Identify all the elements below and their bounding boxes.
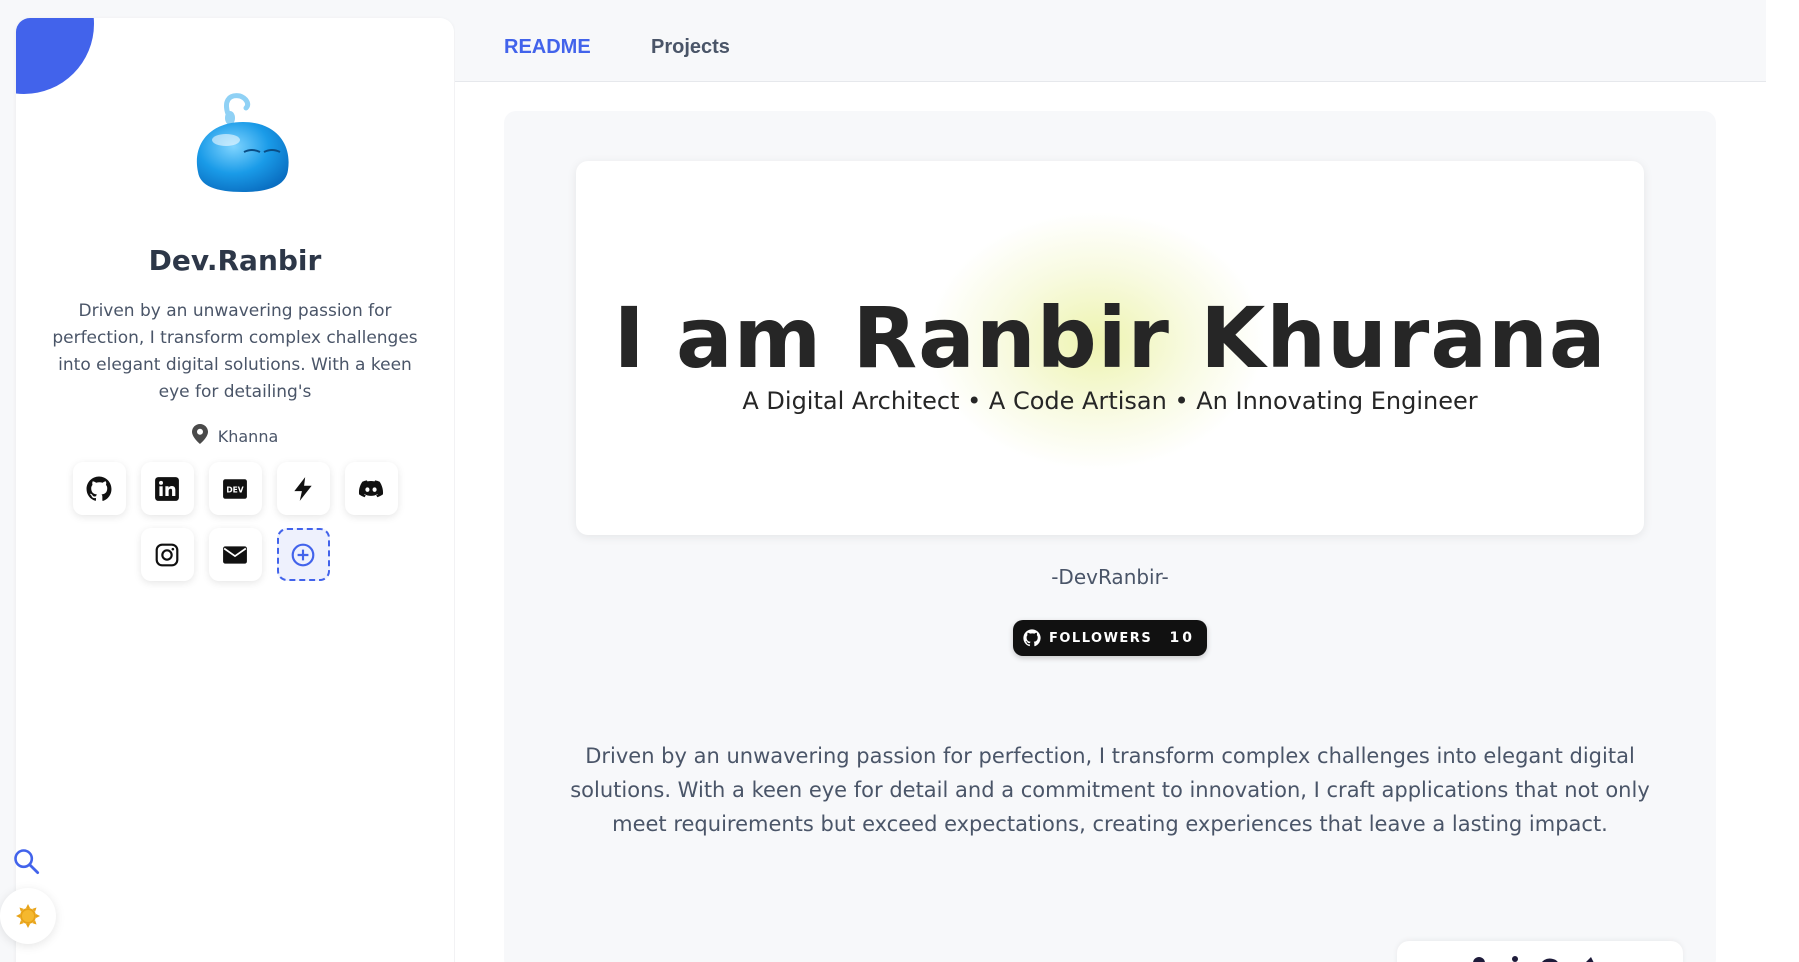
illustration-card [1397,941,1683,962]
search-icon [14,849,40,875]
add-link-button[interactable] [276,528,330,581]
github-icon [86,476,112,501]
theme-toggle[interactable] [0,888,56,944]
location: Khanna [16,424,454,448]
instagram-link[interactable] [140,528,194,581]
profile-bio: Driven by an unwavering passion for perf… [52,301,418,402]
followers-badge[interactable]: FOLLOWERS 10 [1013,620,1207,656]
tab-readme[interactable]: README [504,36,591,59]
dev-link[interactable]: DEV [208,462,262,515]
corner-decoration [16,18,94,94]
sun-icon [16,904,40,928]
readme-content: I am Ranbir Khurana A Digital Architect … [504,111,1716,962]
tab-bar: README Projects [455,0,1766,82]
mail-link[interactable] [208,528,262,581]
bolt-icon [294,476,312,501]
dev-icon: DEV [223,478,247,499]
tab-projects[interactable]: Projects [651,36,730,59]
hero-title: I am Ranbir Khurana [613,289,1607,387]
followers-count: 10 [1169,630,1195,646]
avatar [188,74,298,194]
social-links-row-2 [16,528,454,581]
linkedin-icon [155,476,179,501]
profile-sidebar: Dev.Ranbir Driven by an unwavering passi… [16,18,454,962]
bolt-link[interactable] [276,462,330,515]
instagram-icon [155,543,179,566]
location-label: Khanna [217,426,279,446]
svg-text:DEV: DEV [226,485,243,494]
github-link[interactable] [72,462,126,515]
followers-label: FOLLOWERS [1049,630,1153,646]
illustration-icon [1473,956,1594,962]
linkedin-link[interactable] [140,462,194,515]
main-panel: README Projects I am Ranbir Khurana A Di… [455,0,1766,962]
discord-link[interactable] [344,462,398,515]
search-button[interactable] [10,845,42,877]
discord-icon [358,479,384,497]
about-paragraph: Driven by an unwavering passion for perf… [570,744,1650,836]
hero-subtitle: A Digital Architect • A Code Artisan • A… [742,387,1478,415]
github-icon [1023,629,1041,647]
scrollbar-track[interactable] [1766,0,1799,962]
hero-banner: I am Ranbir Khurana A Digital Architect … [576,161,1644,535]
plus-circle-icon [291,543,315,566]
profile-name: Dev.Ranbir [148,244,322,277]
mail-icon [223,545,247,564]
github-handle: -DevRanbir- [1051,565,1169,589]
map-pin-icon [191,424,208,448]
social-links-row-1: DEV [16,462,454,515]
